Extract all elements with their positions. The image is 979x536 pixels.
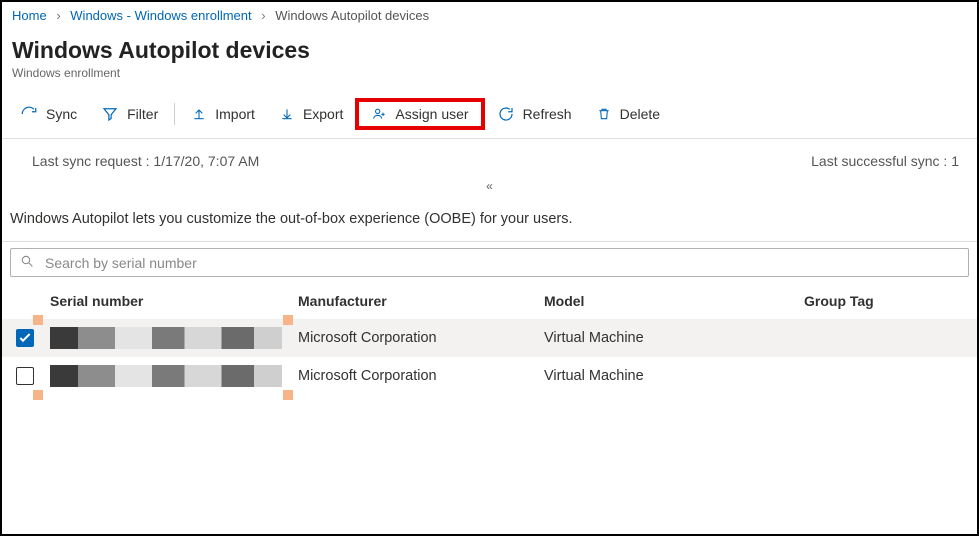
sync-icon — [20, 105, 38, 123]
col-header-manufacturer[interactable]: Manufacturer — [298, 293, 544, 309]
delete-button[interactable]: Delete — [584, 102, 672, 126]
refresh-icon — [497, 105, 515, 123]
assign-user-highlight: Assign user — [355, 98, 484, 130]
filter-label: Filter — [127, 106, 158, 122]
table-row[interactable]: Microsoft Corporation Virtual Machine — [2, 319, 977, 357]
table-header-row: Serial number Manufacturer Model Group T… — [2, 283, 977, 319]
chevron-right-icon: › — [261, 8, 265, 23]
cell-model: Virtual Machine — [544, 368, 804, 384]
description-text: Windows Autopilot lets you customize the… — [2, 203, 977, 242]
breadcrumb-current: Windows Autopilot devices — [275, 8, 429, 23]
import-button[interactable]: Import — [179, 102, 267, 126]
status-row: Last sync request : 1/17/20, 7:07 AM Las… — [2, 139, 977, 175]
col-header-model[interactable]: Model — [544, 293, 804, 309]
toolbar: Sync Filter Import Export Assign user — [2, 88, 977, 139]
devices-table: Serial number Manufacturer Model Group T… — [2, 283, 977, 395]
refresh-button[interactable]: Refresh — [485, 101, 584, 127]
row-checkbox[interactable] — [16, 329, 34, 347]
filter-button[interactable]: Filter — [89, 101, 170, 127]
page-subtitle: Windows enrollment — [12, 66, 967, 80]
chevron-right-icon: › — [56, 8, 60, 23]
assign-user-label: Assign user — [395, 106, 468, 122]
sync-label: Sync — [46, 106, 77, 122]
cell-manufacturer: Microsoft Corporation — [298, 330, 544, 346]
page-header: Windows Autopilot devices Windows enroll… — [2, 27, 977, 82]
refresh-label: Refresh — [523, 106, 572, 122]
col-header-serial[interactable]: Serial number — [50, 293, 298, 309]
page-title: Windows Autopilot devices — [12, 37, 967, 64]
col-header-group-tag[interactable]: Group Tag — [804, 293, 977, 309]
export-label: Export — [303, 106, 343, 122]
download-icon — [279, 106, 295, 122]
row-checkbox[interactable] — [16, 367, 34, 385]
collapse-toggle[interactable]: « — [2, 175, 977, 203]
search-input[interactable] — [43, 254, 960, 272]
breadcrumb-home[interactable]: Home — [12, 8, 47, 23]
export-button[interactable]: Export — [267, 102, 355, 126]
serial-redacted — [50, 365, 282, 387]
trash-icon — [596, 106, 612, 122]
cell-manufacturer: Microsoft Corporation — [298, 368, 544, 384]
import-label: Import — [215, 106, 255, 122]
toolbar-divider — [174, 103, 175, 125]
last-sync-request-label: Last sync request : — [32, 153, 150, 169]
search-icon — [19, 253, 35, 272]
search-box[interactable] — [10, 248, 969, 277]
last-sync-request-value: 1/17/20, 7:07 AM — [153, 153, 259, 169]
breadcrumb: Home › Windows - Windows enrollment › Wi… — [2, 2, 977, 27]
chevron-up-double-icon: « — [486, 179, 493, 193]
delete-label: Delete — [620, 106, 660, 122]
person-add-icon — [371, 106, 387, 122]
last-successful-sync-value: 1 — [951, 153, 959, 169]
filter-icon — [101, 105, 119, 123]
assign-user-button[interactable]: Assign user — [359, 102, 480, 126]
table-row[interactable]: Microsoft Corporation Virtual Machine — [2, 357, 977, 395]
last-successful-sync-label: Last successful sync : — [811, 153, 947, 169]
sync-button[interactable]: Sync — [8, 101, 89, 127]
cell-model: Virtual Machine — [544, 330, 804, 346]
search-wrap — [2, 242, 977, 283]
upload-icon — [191, 106, 207, 122]
serial-redacted — [50, 327, 282, 349]
breadcrumb-parent[interactable]: Windows - Windows enrollment — [70, 8, 251, 23]
